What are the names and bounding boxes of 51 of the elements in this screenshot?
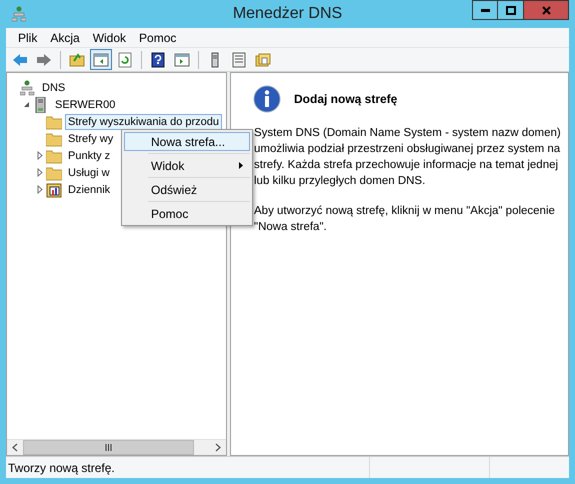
folder-icon [46, 114, 62, 130]
tree-item[interactable]: DNS [39, 80, 68, 96]
folder-icon [46, 130, 62, 146]
tree-item[interactable]: Dziennik [65, 182, 114, 198]
menu-item[interactable]: Pomoc [133, 28, 182, 46]
app-icon [12, 6, 26, 22]
back-arrow-icon [12, 52, 28, 68]
action-pane-icon [174, 52, 190, 68]
folder-icon [46, 164, 62, 180]
status-text: Tworzy nową strefę. [7, 460, 116, 476]
description-text: Aby utworzyć nową strefę, kliknij w menu "Akcja" polecenie "Nowa strefa". [254, 204, 556, 235]
tree-item[interactable]: Strefy wyszukiwania do przodu [65, 114, 222, 130]
close-button[interactable] [524, 0, 569, 20]
event-log-icon [46, 182, 62, 198]
minimize-icon [480, 8, 490, 12]
console-tree-icon [93, 52, 109, 68]
expand-icon[interactable] [36, 168, 42, 177]
refresh-icon [117, 52, 133, 68]
window-title: Menedżer DNS [232, 4, 342, 24]
context-menu-item[interactable]: Pomoc [124, 204, 250, 223]
details-title: Dodaj nową strefę [294, 91, 398, 108]
folder-up-icon [69, 52, 85, 68]
tree-item[interactable]: Usługi w [65, 164, 113, 180]
dns-icon [20, 80, 36, 96]
horizontal-scrollbar[interactable] [7, 439, 226, 455]
forward-arrow-icon [36, 52, 52, 68]
expand-icon[interactable] [36, 151, 42, 160]
submenu-arrow-icon [239, 162, 243, 169]
tree-item[interactable]: Punkty z [65, 148, 114, 164]
tree-item[interactable]: SERWER00 [52, 96, 118, 112]
tree-item[interactable]: Strefy wy [65, 130, 116, 146]
context-menu-item[interactable]: Odśwież [124, 180, 250, 199]
close-icon [542, 6, 550, 14]
menu-item[interactable]: Widok [86, 28, 132, 46]
description-text: System DNS (Domain Name System - system nazw domen) umożliwia podział przestrzeni obsługiwanej przez system na strefy. Każda strefa przechowuje informacje na temat jednej lub kilku przyległych domen DNS. [254, 126, 562, 189]
context-menu-item[interactable]: Nowa strefa... [124, 132, 250, 151]
menu-item[interactable]: Plik [12, 28, 44, 46]
maximize-icon [506, 6, 516, 14]
maximize-button[interactable] [498, 0, 524, 20]
info-icon [253, 85, 281, 113]
folders-icon [255, 52, 271, 68]
expand-icon[interactable] [36, 185, 42, 194]
collapse-icon[interactable] [23, 101, 30, 108]
grip-icon [105, 444, 112, 451]
help-icon [150, 52, 166, 68]
folder-icon [46, 148, 62, 164]
list-icon [231, 52, 247, 68]
context-menu-item[interactable]: Widok [124, 156, 250, 175]
menu-item[interactable]: Akcja [44, 28, 86, 46]
scrollbar-thumb[interactable] [23, 440, 194, 455]
minimize-button[interactable] [472, 0, 498, 20]
